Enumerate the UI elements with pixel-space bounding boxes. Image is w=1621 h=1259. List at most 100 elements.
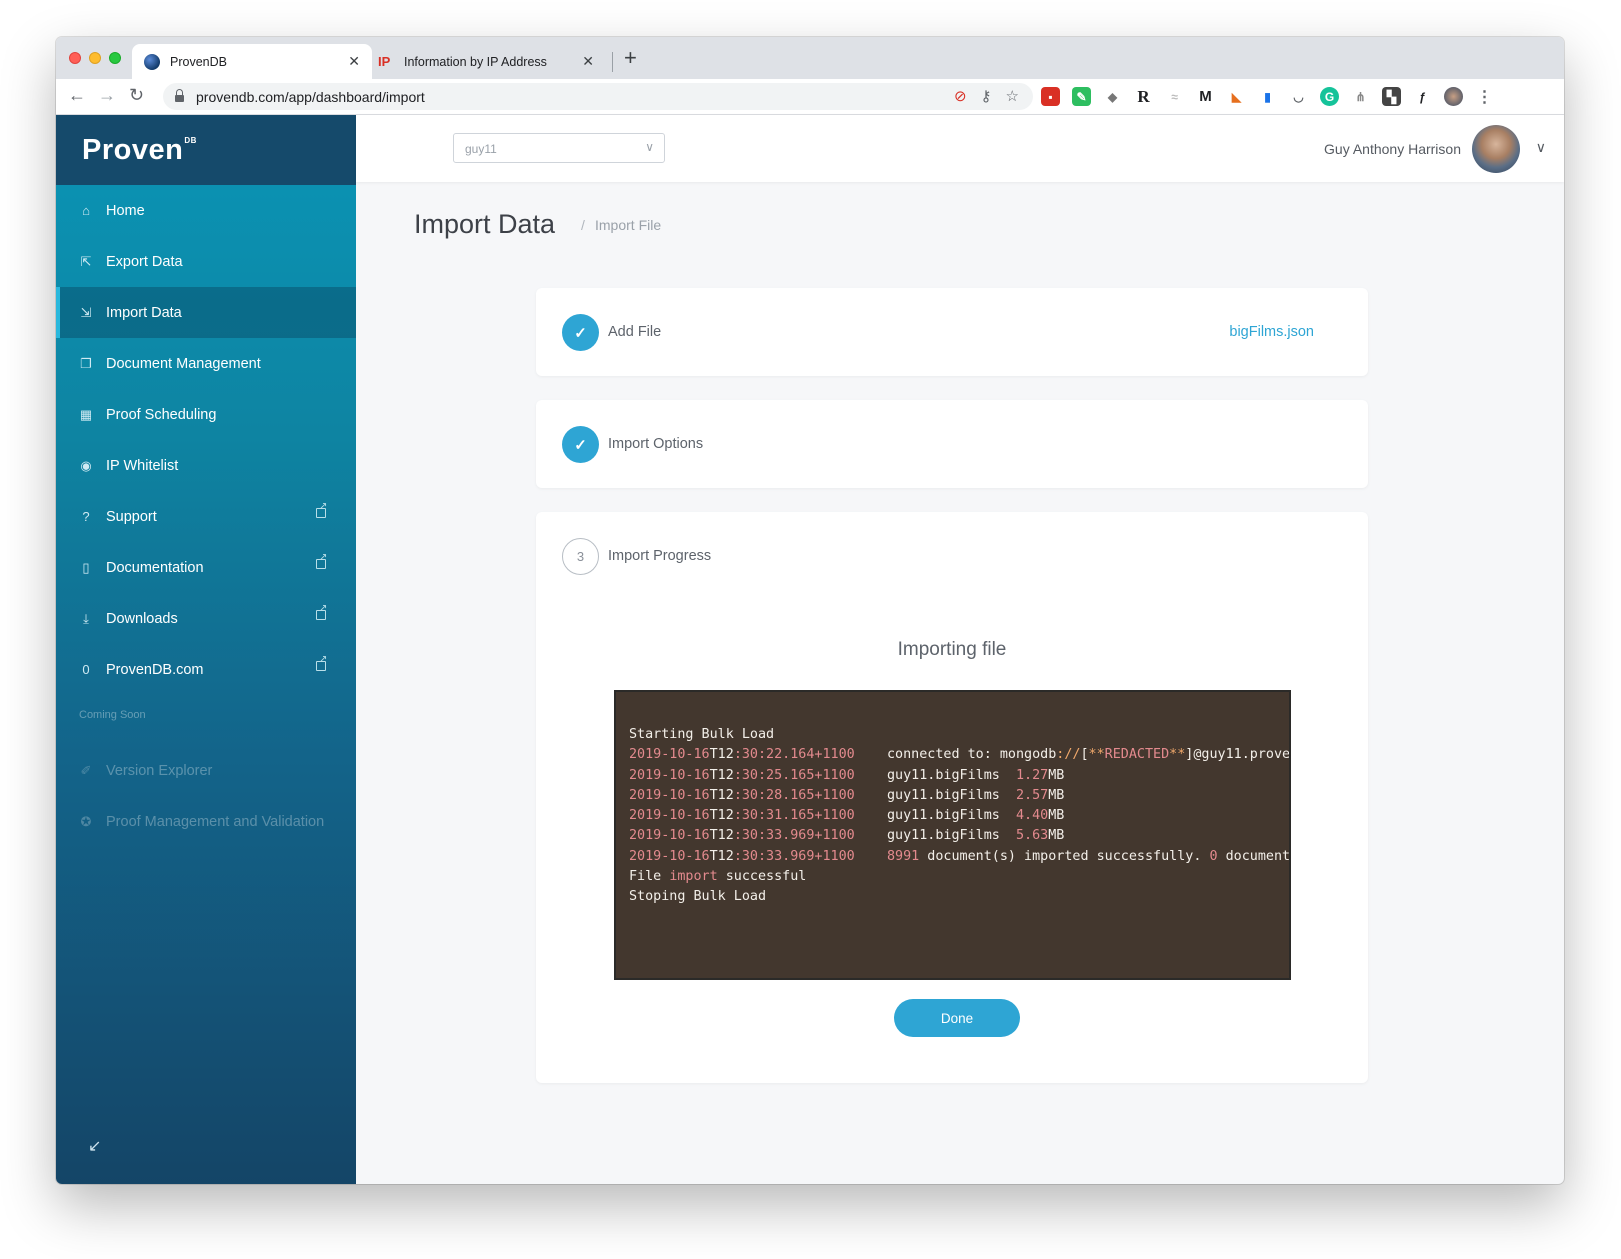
step-card-add-file: ✓ Add File bigFilms.json: [536, 288, 1368, 376]
breadcrumb: Import File: [595, 217, 662, 233]
help-circle-icon: ?: [82, 509, 90, 524]
sidebar-item-documentation[interactable]: ▯ Documentation: [56, 542, 356, 593]
provendb-logo[interactable]: ProvenDB: [82, 134, 197, 167]
document-icon: ▯: [82, 559, 90, 575]
external-link-icon: [316, 501, 327, 518]
selected-file-name[interactable]: bigFilms.json: [1229, 324, 1314, 340]
log-line: 2019-10-16T12:30:31.165+1100 guy11.bigFi…: [629, 808, 1065, 824]
browser-toolbar: ← → ↻ provendb.com/app/dashboard/import …: [56, 79, 1564, 115]
coming-soon-label: Coming Soon: [79, 709, 146, 721]
leaf-icon: ✐: [80, 762, 92, 778]
back-arrow-icon[interactable]: ←: [68, 85, 86, 106]
logo-bar: ProvenDB: [56, 115, 356, 185]
menu-kebab-icon[interactable]: ⋮: [1475, 87, 1494, 106]
forward-arrow-icon[interactable]: →: [98, 85, 116, 106]
tree-extension-icon[interactable]: ⋔: [1351, 87, 1370, 106]
calendar-icon: ▦: [79, 406, 93, 422]
sidebar-item-proof-management: ✪ Proof Management and Validation: [56, 796, 356, 847]
chevron-down-icon: ∨: [645, 140, 654, 154]
log-line: 2019-10-16T12:30:25.165+1100 guy11.bigFi…: [629, 767, 1065, 783]
lock-icon: [175, 89, 184, 102]
extensions-bar: ▪ ✎ ◆ R ≈ M ◣ ▮ ◡ G ⋔ ▚ ƒ ⋮: [1041, 87, 1494, 106]
step-label: Import Options: [608, 436, 704, 452]
external-link-icon: [316, 603, 327, 620]
provendb-favicon-icon: [144, 53, 160, 70]
sidebar-item-home[interactable]: ⌂ Home: [56, 185, 356, 236]
sidebar-item-provendb-com[interactable]: 0 ProvenDB.com: [56, 644, 356, 695]
home-icon: ⌂: [82, 203, 90, 218]
log-line: 2019-10-16T12:30:33.969+1100 guy11.bigFi…: [629, 828, 1065, 844]
sidebar-item-version-explorer: ✐ Version Explorer: [56, 745, 356, 796]
bookmark-star-icon[interactable]: ☆: [1006, 87, 1019, 105]
log-line: 2019-10-16T12:30:28.165+1100 guy11.bigFi…: [629, 787, 1065, 803]
profile-avatar-icon[interactable]: [1444, 87, 1463, 106]
bookmark-extension-icon[interactable]: ▮: [1258, 87, 1277, 106]
sidebar-item-support[interactable]: ? Support: [56, 491, 356, 542]
avatar[interactable]: [1472, 125, 1520, 173]
todo-extension-icon[interactable]: ▪: [1041, 87, 1060, 106]
tab-strip: ProvenDB ✕ IP Information by IP Address …: [56, 37, 1564, 79]
tab-close-icon[interactable]: ✕: [348, 53, 360, 70]
done-button[interactable]: Done: [894, 999, 1020, 1037]
blocked-popup-icon[interactable]: ⊘: [954, 87, 967, 105]
tab-divider: [612, 52, 613, 72]
sidebar-item-ip-whitelist[interactable]: ◉ IP Whitelist: [56, 440, 356, 491]
sidebar-item-export-data[interactable]: ⇱ Export Data: [56, 236, 356, 287]
fox-extension-icon[interactable]: ◣: [1227, 87, 1246, 106]
step-complete-check-icon: ✓: [562, 426, 599, 463]
log-line: 2019-10-16T12:30:22.164+1100 connected t…: [629, 747, 1291, 763]
link-icon: 0: [82, 662, 90, 677]
script-extension-icon[interactable]: ƒ: [1413, 87, 1432, 106]
step-number: 3: [562, 538, 599, 575]
grammarly-extension-icon[interactable]: G: [1320, 87, 1339, 106]
key-icon[interactable]: ⚷: [981, 87, 992, 105]
sidebar-item-document-management[interactable]: ❐ Document Management: [56, 338, 356, 389]
award-icon: ✪: [80, 813, 92, 829]
browser-window: ProvenDB ✕ IP Information by IP Address …: [56, 37, 1564, 1184]
export-icon: ⇱: [80, 253, 92, 269]
step-label: Add File: [608, 324, 662, 340]
documents-icon: ❐: [80, 355, 92, 371]
m-extension-icon[interactable]: M: [1196, 87, 1215, 106]
r-extension-icon[interactable]: R: [1134, 87, 1153, 106]
sidebar-item-downloads[interactable]: ⤓ Downloads: [56, 593, 356, 644]
puzzle-extension-icon[interactable]: ▚: [1382, 87, 1401, 106]
log-line: File import successful: [629, 869, 807, 885]
new-tab-button[interactable]: +: [624, 45, 637, 71]
sidebar: ProvenDB ⌂ Home ⇱ Export Data ⇲ Import D…: [56, 115, 356, 1184]
step-card-import-progress: 3 Import Progress Importing file Startin…: [536, 512, 1368, 1083]
user-name[interactable]: Guy Anthony Harrison: [1324, 141, 1461, 157]
import-log-console: Starting Bulk Load 2019-10-16T12:30:22.16…: [614, 690, 1291, 980]
maximize-window-button[interactable]: [109, 52, 121, 64]
log-line: 2019-10-16T12:30:33.969+1100 8991 docume…: [629, 848, 1291, 864]
evernote-extension-icon[interactable]: ✎: [1072, 87, 1091, 106]
tab-ip-info[interactable]: IP Information by IP Address ✕: [366, 44, 606, 79]
page-title: Import Data: [414, 209, 556, 239]
breadcrumb-separator: /: [581, 217, 585, 233]
reload-icon[interactable]: ↻: [129, 85, 144, 106]
tab-close-icon[interactable]: ✕: [582, 53, 594, 70]
bird-extension-icon[interactable]: ◆: [1103, 87, 1122, 106]
download-icon: ⤓: [83, 610, 89, 626]
log-line: Starting Bulk Load: [629, 727, 775, 742]
tab-provendb[interactable]: ProvenDB ✕: [132, 44, 372, 79]
app-header: guy11 ∨ Guy Anthony Harrison ∨: [356, 115, 1564, 182]
log-line: Stoping Bulk Load: [629, 889, 767, 905]
collapse-sidebar-icon[interactable]: ↙: [88, 1136, 101, 1156]
log-timestamp: 2019-10-16T12:30:22.164+1100: [629, 747, 855, 763]
pocket-extension-icon[interactable]: ◡: [1289, 87, 1308, 106]
external-link-icon: [316, 552, 327, 569]
database-select[interactable]: guy11 ∨: [453, 133, 665, 163]
step-card-import-options: ✓ Import Options: [536, 400, 1368, 488]
sidebar-item-proof-scheduling[interactable]: ▦ Proof Scheduling: [56, 389, 356, 440]
ip-favicon-icon: IP: [378, 53, 391, 69]
address-bar[interactable]: provendb.com/app/dashboard/import ⊘ ⚷ ☆: [163, 83, 1033, 110]
minimize-window-button[interactable]: [89, 52, 101, 64]
sidebar-item-import-data[interactable]: ⇲ Import Data: [56, 287, 356, 338]
step-complete-check-icon: ✓: [562, 314, 599, 351]
step-label: Import Progress: [608, 548, 712, 564]
close-window-button[interactable]: [69, 52, 81, 64]
user-menu-chevron-icon[interactable]: ∨: [1536, 139, 1546, 156]
external-link-icon: [316, 654, 327, 671]
handshake-extension-icon[interactable]: ≈: [1165, 87, 1184, 106]
